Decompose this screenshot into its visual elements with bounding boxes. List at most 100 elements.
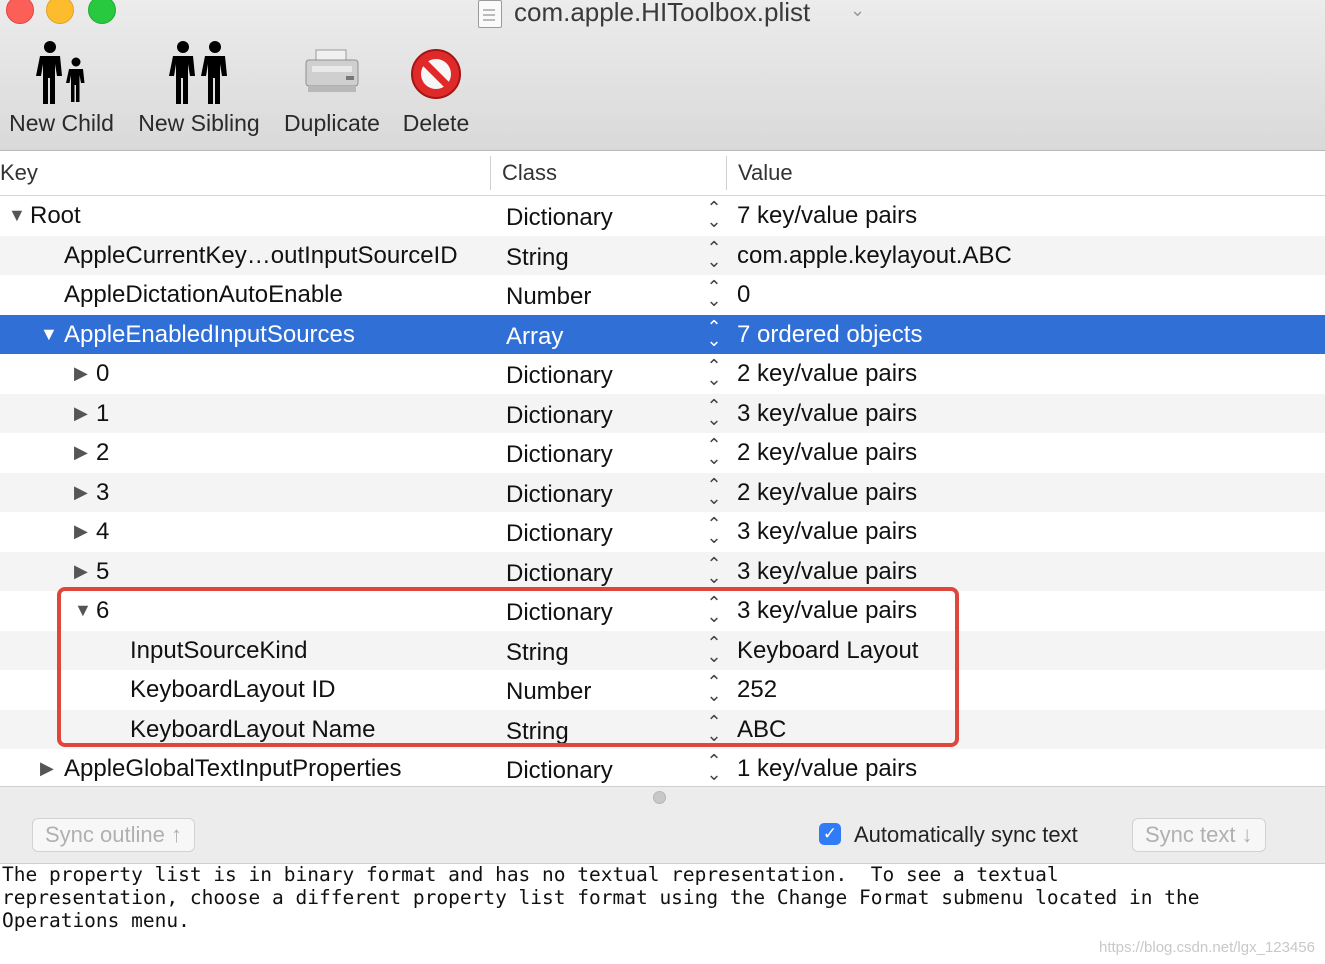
row-class[interactable]: Number [506, 283, 591, 311]
stepper-icon[interactable]: ⌃ ⌄ [706, 199, 722, 230]
row-class[interactable]: Dictionary [506, 441, 613, 469]
row-value: 2 key/value pairs [737, 360, 918, 387]
window-title: com.apple.HIToolbox.plist [514, 0, 811, 27]
row-class[interactable]: Dictionary [506, 560, 613, 588]
row-value: 7 key/value pairs [737, 202, 918, 229]
stepper-icon[interactable]: ⌃ ⌄ [706, 555, 722, 586]
stepper-icon[interactable]: ⌃ ⌄ [706, 318, 722, 349]
column-separator[interactable] [726, 156, 727, 190]
row-key: InputSourceKind [130, 636, 308, 664]
split-view-handle[interactable] [653, 791, 666, 804]
table-row[interactable]: ▶ 2 Dictionary ⌃ ⌄ 2 key/value pairs [0, 433, 1325, 473]
row-value[interactable]: Keyboard Layout [737, 637, 918, 665]
delete-button[interactable]: Delete [398, 40, 474, 137]
split-controls-bar: Sync outline ↑ ✓ Automatically sync text… [0, 786, 1325, 864]
row-key: AppleCurrentKey…outInputSourceID [64, 241, 458, 269]
row-value: 3 key/value pairs [737, 597, 918, 624]
auto-sync-checkbox[interactable]: ✓ [819, 823, 841, 845]
stepper-icon[interactable]: ⌃ ⌄ [706, 634, 722, 665]
row-class[interactable]: Dictionary [506, 481, 613, 509]
row-key: 3 [96, 478, 110, 506]
table-row[interactable]: AppleDictationAutoEnable Number ⌃ ⌄ 0 [0, 275, 1325, 315]
stepper-icon[interactable]: ⌃ ⌄ [706, 752, 722, 783]
table-row[interactable]: ▶ AppleGlobalTextInputProperties Diction… [0, 749, 1325, 789]
zoom-window-button[interactable] [88, 0, 116, 24]
table-row[interactable]: KeyboardLayout Name String ⌃ ⌄ ABC [0, 709, 1325, 749]
row-class[interactable]: Dictionary [506, 599, 613, 627]
copier-icon [279, 40, 385, 106]
disclosure-expanded-icon[interactable]: ▼ [74, 600, 92, 621]
table-row[interactable]: ▶ 4 Dictionary ⌃ ⌄ 3 key/value pairs [0, 512, 1325, 552]
table-row[interactable]: ▼ 6 Dictionary ⌃ ⌄ 3 key/value pairs [0, 591, 1325, 631]
row-key: 4 [96, 518, 110, 545]
stepper-icon[interactable]: ⌃ ⌄ [706, 397, 722, 428]
column-header-key[interactable]: Key [0, 160, 38, 186]
people-siblings-icon [133, 40, 265, 106]
row-key: KeyboardLayout Name [130, 715, 376, 743]
row-value: 1 key/value pairs [737, 755, 918, 782]
table-row[interactable]: KeyboardLayout ID Number ⌃ ⌄ 252 [0, 670, 1325, 710]
stepper-icon[interactable]: ⌃ ⌄ [706, 436, 722, 467]
stepper-icon[interactable]: ⌃ ⌄ [706, 239, 722, 270]
row-value[interactable]: ABC [737, 716, 786, 744]
table-row[interactable]: ▶ 3 Dictionary ⌃ ⌄ 2 key/value pairs [0, 472, 1325, 512]
row-class[interactable]: Dictionary [506, 520, 613, 548]
row-class[interactable]: Dictionary [506, 757, 613, 785]
row-value: 3 key/value pairs [737, 557, 918, 585]
row-value[interactable]: 252 [737, 676, 777, 704]
row-class[interactable]: Dictionary [506, 402, 613, 430]
row-value: 3 key/value pairs [737, 518, 918, 545]
row-key: 0 [96, 360, 110, 387]
row-value[interactable]: 0 [737, 281, 750, 309]
plist-outline: ▼ Root Dictionary ⌃ ⌄ 7 key/value pairs A… [0, 196, 1325, 789]
sync-text-button[interactable]: Sync text ↓ [1132, 818, 1266, 852]
column-header-value[interactable]: Value [738, 160, 793, 186]
stepper-icon[interactable]: ⌃ ⌄ [706, 673, 722, 704]
row-class[interactable]: String [506, 718, 569, 746]
row-key: 1 [96, 399, 110, 427]
table-row-selected[interactable]: ▼ AppleEnabledInputSources Array ⌃ ⌄ 7 or… [0, 314, 1325, 354]
new-sibling-button[interactable]: New Sibling [133, 40, 265, 137]
column-header-class[interactable]: Class [502, 160, 557, 186]
row-key: 6 [96, 597, 110, 624]
new-child-button[interactable]: New Child [4, 40, 119, 137]
row-class[interactable]: String [506, 639, 569, 667]
title-bar: com.apple.HIToolbox.plist ⌄ New Child Ne… [0, 0, 1325, 151]
disclosure-collapsed-icon[interactable]: ▶ [40, 758, 54, 779]
row-class[interactable]: String [506, 244, 569, 272]
title-chevron-down-icon[interactable]: ⌄ [850, 0, 865, 21]
row-class[interactable]: Dictionary [506, 204, 613, 232]
row-value[interactable]: com.apple.keylayout.ABC [737, 242, 1012, 270]
stepper-icon[interactable]: ⌃ ⌄ [706, 278, 722, 309]
table-row[interactable]: AppleCurrentKey…outInputSourceID String … [0, 235, 1325, 275]
sync-outline-button[interactable]: Sync outline ↑ [32, 818, 195, 852]
stepper-icon[interactable]: ⌃ ⌄ [706, 713, 722, 744]
close-window-button[interactable] [6, 0, 34, 24]
stepper-icon[interactable]: ⌃ ⌄ [706, 476, 722, 507]
row-class[interactable]: Array [506, 323, 563, 351]
disclosure-collapsed-icon[interactable]: ▶ [74, 403, 88, 424]
row-key: AppleEnabledInputSources [64, 320, 355, 348]
row-class[interactable]: Dictionary [506, 362, 613, 390]
disclosure-collapsed-icon[interactable]: ▶ [74, 363, 88, 384]
table-row[interactable]: InputSourceKind String ⌃ ⌄ Keyboard Layou… [0, 630, 1325, 670]
column-separator[interactable] [490, 156, 491, 190]
table-row[interactable]: ▶ 0 Dictionary ⌃ ⌄ 2 key/value pairs [0, 354, 1325, 394]
disclosure-expanded-icon[interactable]: ▼ [40, 324, 58, 345]
row-class[interactable]: Number [506, 678, 591, 706]
minimize-window-button[interactable] [46, 0, 74, 24]
disclosure-expanded-icon[interactable]: ▼ [8, 205, 26, 226]
disclosure-collapsed-icon[interactable]: ▶ [74, 521, 88, 542]
table-row[interactable]: ▶ 5 Dictionary ⌃ ⌄ 3 key/value pairs [0, 551, 1325, 591]
duplicate-button[interactable]: Duplicate [279, 40, 385, 137]
table-row[interactable]: ▼ Root Dictionary ⌃ ⌄ 7 key/value pairs [0, 196, 1325, 236]
disclosure-collapsed-icon[interactable]: ▶ [74, 561, 88, 582]
stepper-icon[interactable]: ⌃ ⌄ [706, 594, 722, 625]
stepper-icon[interactable]: ⌃ ⌄ [706, 357, 722, 388]
disclosure-collapsed-icon[interactable]: ▶ [74, 442, 88, 463]
stepper-icon[interactable]: ⌃ ⌄ [706, 515, 722, 546]
row-value: 3 key/value pairs [737, 399, 918, 427]
table-row[interactable]: ▶ 1 Dictionary ⌃ ⌄ 3 key/value pairs [0, 393, 1325, 433]
auto-sync-label[interactable]: Automatically sync text [854, 822, 1078, 848]
disclosure-collapsed-icon[interactable]: ▶ [74, 482, 88, 503]
